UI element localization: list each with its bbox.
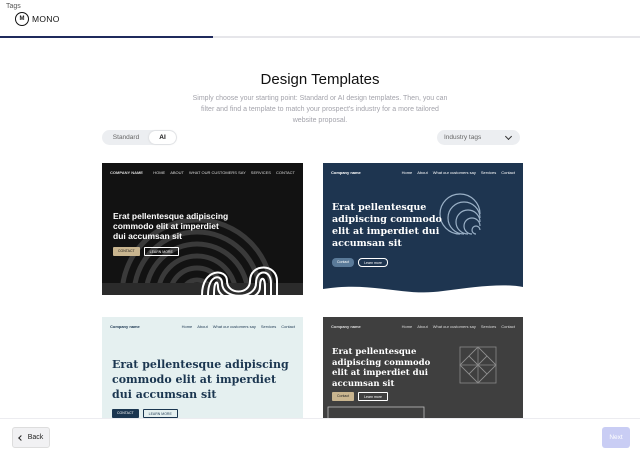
next-button[interactable]: Next <box>602 427 630 448</box>
template-nav: Company name Home About What our custome… <box>110 324 295 329</box>
template-buttons: CONTACT LEARN MORE <box>113 247 179 256</box>
template-heading: Erat pellentesque adipiscing commodo eli… <box>332 202 442 249</box>
template-contact-button: Contact <box>332 392 355 401</box>
template-contact-button: CONTACT <box>112 409 139 418</box>
progress-fill <box>0 36 214 38</box>
page-title: Design Templates <box>260 71 380 88</box>
template-company-name: Company name <box>110 324 140 329</box>
template-learn-more-button: Learn more <box>358 392 388 401</box>
template-heading: Erat pellentesque adipiscing commodo eli… <box>112 358 289 401</box>
template-nav-link: Contact <box>281 324 295 329</box>
logo-mark-icon: M <box>15 12 29 26</box>
next-button-label: Next <box>609 434 623 441</box>
logo-text: MONO <box>32 14 60 24</box>
template-nav-link: Home <box>181 324 193 329</box>
template-buttons: Contact Learn more <box>332 392 388 401</box>
template-card-1[interactable]: COMPANY NAME HOME ABOUT WHAT OUR CUSTOME… <box>102 163 303 295</box>
progress-bar <box>0 36 640 38</box>
template-nav-link: About <box>197 324 208 329</box>
template-buttons: Contact Learn more <box>332 258 388 267</box>
tab-ai[interactable]: AI <box>149 131 176 144</box>
template-card-3[interactable]: Company name Home About What our custome… <box>102 317 303 425</box>
template-learn-more-button: Learn more <box>358 258 388 267</box>
template-contact-button: CONTACT <box>113 247 140 256</box>
template-buttons: CONTACT LEARN MORE <box>112 409 178 418</box>
template-type-toggle: Standard AI <box>102 130 177 145</box>
template-learn-more-button: LEARN MORE <box>143 247 179 256</box>
template-contact-button: Contact <box>332 258 355 267</box>
tags-label: Tags <box>6 3 21 10</box>
template-heading: Erat pellentesque adipiscing commodo eli… <box>332 347 431 389</box>
template-card-2[interactable]: Company name Home About What our custome… <box>323 163 523 299</box>
chevron-down-icon <box>504 132 513 140</box>
industry-tags-select[interactable]: Industry tags <box>437 130 520 145</box>
industry-tags-label: Industry tags <box>444 134 482 141</box>
logo[interactable]: M MONO <box>15 12 60 26</box>
template-nav-link: Services <box>260 324 277 329</box>
back-button[interactable]: Back <box>12 427 50 448</box>
template-learn-more-button: LEARN MORE <box>142 409 178 418</box>
template-card-4[interactable]: Company name Home About What our custome… <box>323 317 523 425</box>
tab-standard[interactable]: Standard <box>103 131 149 144</box>
page-subtitle: Simply choose your starting point: Stand… <box>192 95 448 124</box>
template-nav-link: What our customers say <box>212 324 256 329</box>
footer-bar <box>0 418 640 455</box>
back-button-label: Back <box>27 434 44 441</box>
template-heading: Erat pellentesque adipiscing commodo eli… <box>113 211 229 241</box>
chevron-left-icon <box>17 434 24 441</box>
